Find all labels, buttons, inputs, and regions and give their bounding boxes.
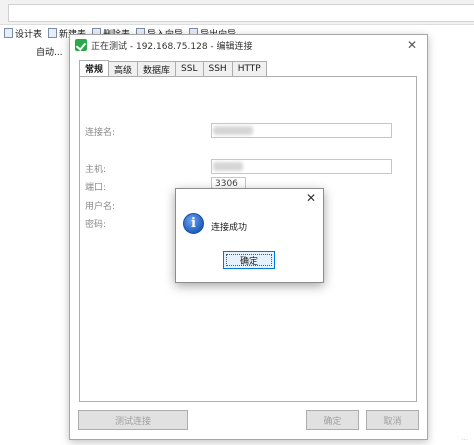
query-input[interactable] (8, 4, 474, 22)
user-label: 用户名: (85, 202, 116, 212)
info-icon: i (183, 213, 204, 234)
new-table-icon (48, 28, 58, 38)
connection-name-label: 连接名: (85, 128, 116, 138)
tab-advanced[interactable]: 高级 (108, 61, 139, 76)
dialog-title-bar: 正在测试 - 192.168.75.128 - 编辑连接 ✕ (70, 35, 427, 55)
host-label: 主机: (85, 165, 107, 175)
port-label: 端口: (85, 183, 107, 193)
navicat-app-icon (75, 39, 87, 51)
app-top-bar (0, 0, 474, 25)
object-list-item[interactable]: 自动... (36, 45, 63, 58)
message-close-icon[interactable]: ✕ (306, 191, 316, 205)
cancel-button[interactable]: 取消 (366, 410, 419, 430)
design-table-button[interactable]: 设计表 (4, 27, 42, 40)
tab-ssh[interactable]: SSH (202, 61, 233, 76)
dialog-title: 正在测试 - 192.168.75.128 - 编辑连接 (91, 41, 253, 52)
connection-success-message-box: ✕ i 连接成功 确定 (175, 188, 324, 283)
ok-button[interactable]: 确定 (306, 410, 359, 430)
dialog-close-icon[interactable]: ✕ (407, 38, 417, 52)
tab-http[interactable]: HTTP (231, 61, 267, 76)
message-ok-button[interactable]: 确定 (223, 251, 275, 269)
test-connection-button[interactable]: 测试连接 (78, 410, 188, 430)
design-table-icon (4, 28, 13, 38)
password-label: 密码: (85, 220, 107, 230)
redacted-connection-name (213, 126, 253, 135)
tab-ssl[interactable]: SSL (175, 61, 204, 76)
redacted-host (213, 162, 243, 171)
message-text: 连接成功 (211, 223, 248, 233)
tab-database[interactable]: 数据库 (137, 61, 177, 76)
tab-general[interactable]: 常规 (79, 60, 110, 76)
dialog-tabs: 常规 高级 数据库 SSL SSH HTTP (79, 60, 267, 77)
watermark: ... (461, 434, 468, 442)
